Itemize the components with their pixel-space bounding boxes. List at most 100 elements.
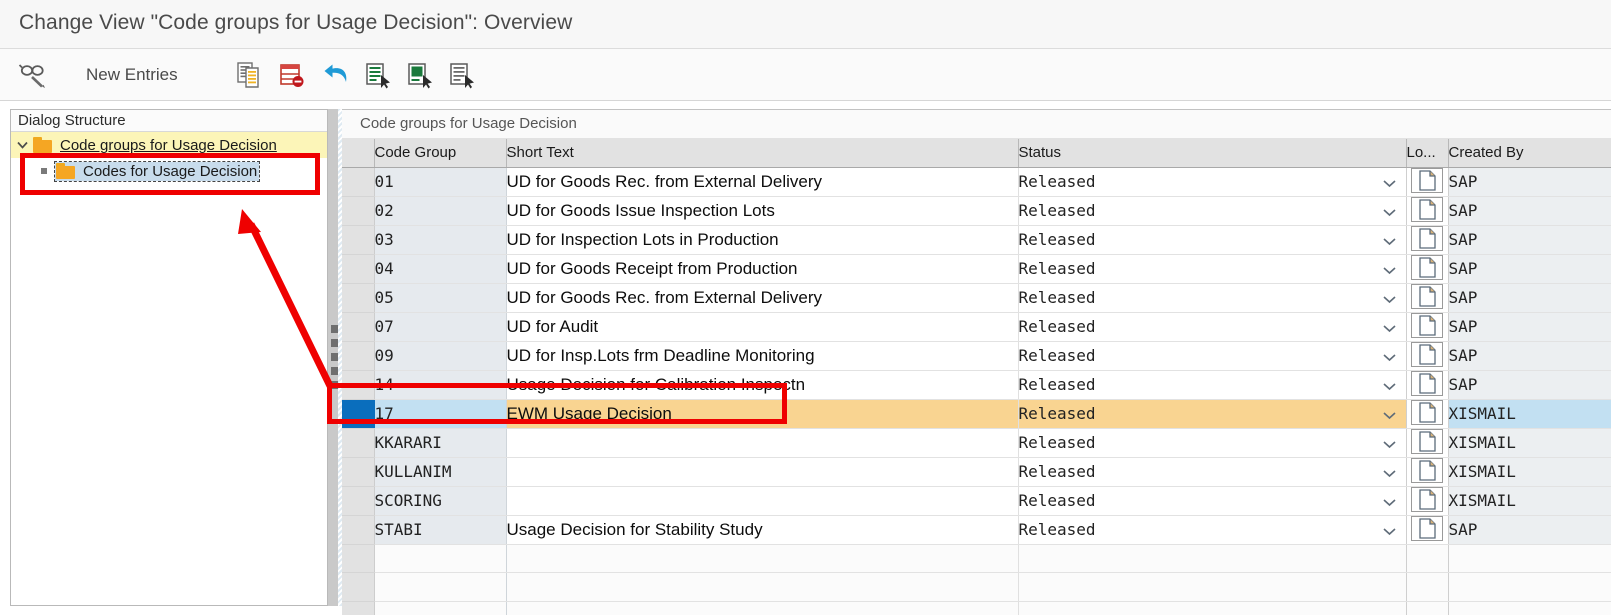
cell-created-by[interactable]: XISMAIL [1448,486,1611,516]
cell-code-group[interactable]: STABI [374,515,507,545]
cell-created-by[interactable]: SAP [1448,225,1611,255]
cell-lock[interactable] [1406,544,1449,573]
table-row[interactable] [342,572,1611,602]
row-selector-cell[interactable] [342,457,375,487]
document-icon[interactable] [1411,486,1443,512]
row-selector-cell[interactable] [342,486,375,516]
col-header-created-by[interactable]: Created By [1448,139,1611,168]
chevron-down-icon[interactable] [1382,201,1396,220]
row-selector-cell[interactable] [342,428,375,458]
document-icon[interactable] [1411,196,1443,222]
cell-lock[interactable] [1406,341,1449,371]
row-selector-cell[interactable] [342,196,375,226]
row-selector-cell[interactable] [342,225,375,255]
cell-status[interactable] [1018,601,1407,615]
select-all-button[interactable] [364,49,392,101]
tree-node-codes[interactable]: Codes for Usage Decision [11,158,327,184]
cell-short-text[interactable] [506,544,1019,573]
cell-lock[interactable] [1406,167,1449,197]
table-row[interactable]: KKARARI Released XISMAIL [342,428,1611,458]
cell-code-group[interactable]: 17 [374,399,507,429]
cell-status[interactable]: Released [1018,486,1407,516]
cell-short-text[interactable]: UD for Goods Receipt from Production [506,254,1019,284]
document-icon[interactable] [1411,167,1443,193]
chevron-down-icon[interactable] [1382,520,1396,539]
cell-status[interactable] [1018,544,1407,573]
row-selector-cell[interactable] [342,601,375,615]
cell-status[interactable]: Released [1018,196,1407,226]
table-row[interactable] [342,544,1611,573]
cell-lock[interactable] [1406,370,1449,400]
cell-code-group[interactable]: KULLANIM [374,457,507,487]
document-icon[interactable] [1411,341,1443,367]
document-icon[interactable] [1411,370,1443,396]
document-icon[interactable] [1411,399,1443,425]
cell-created-by[interactable]: XISMAIL [1448,399,1611,429]
cell-lock[interactable] [1406,486,1449,516]
cell-code-group[interactable]: 09 [374,341,507,371]
document-icon[interactable] [1411,515,1443,541]
cell-short-text[interactable]: UD for Inspection Lots in Production [506,225,1019,255]
table-row[interactable]: 17 EWM Usage Decision Released XISMAIL [342,399,1611,429]
col-header-code-group[interactable]: Code Group [374,139,507,168]
chevron-down-icon[interactable] [1382,259,1396,278]
chevron-down-icon[interactable] [1382,375,1396,394]
cell-created-by[interactable]: SAP [1448,283,1611,313]
cell-short-text[interactable]: UD for Goods Rec. from External Delivery [506,167,1019,197]
chevron-down-icon[interactable] [1382,404,1396,423]
chevron-down-icon[interactable] [1382,230,1396,249]
cell-lock[interactable] [1406,254,1449,284]
document-icon[interactable] [1411,225,1443,251]
undo-button[interactable] [322,49,352,101]
cell-status[interactable]: Released [1018,341,1407,371]
cell-status[interactable]: Released [1018,428,1407,458]
cell-code-group[interactable]: 01 [374,167,507,197]
copy-as-button[interactable] [236,49,264,101]
row-selector-cell[interactable] [342,167,375,197]
cell-status[interactable]: Released [1018,399,1407,429]
cell-short-text[interactable] [506,601,1019,615]
cell-lock[interactable] [1406,515,1449,545]
cell-lock[interactable] [1406,283,1449,313]
panel-splitter[interactable] [328,109,342,606]
chevron-down-icon[interactable] [1382,433,1396,452]
cell-created-by[interactable]: SAP [1448,254,1611,284]
table-row[interactable]: 05 UD for Goods Rec. from External Delive… [342,283,1611,313]
row-selector-cell[interactable] [342,370,375,400]
document-icon[interactable] [1411,312,1443,338]
chevron-down-icon[interactable] [11,141,33,149]
cell-lock[interactable] [1406,225,1449,255]
col-header-selector[interactable] [342,139,375,168]
row-selector-cell[interactable] [342,399,375,429]
cell-created-by[interactable]: SAP [1448,341,1611,371]
table-row[interactable]: 01 UD for Goods Rec. from External Delive… [342,167,1611,197]
cell-code-group[interactable]: 04 [374,254,507,284]
cell-code-group[interactable] [374,544,507,573]
document-icon[interactable] [1411,283,1443,309]
document-icon[interactable] [1411,457,1443,483]
row-selector-cell[interactable] [342,312,375,342]
cell-lock[interactable] [1406,312,1449,342]
cell-code-group[interactable]: SCORING [374,486,507,516]
col-header-lock[interactable]: Lo... [1406,139,1449,168]
cell-status[interactable]: Released [1018,283,1407,313]
cell-short-text[interactable] [506,572,1019,602]
cell-status[interactable]: Released [1018,312,1407,342]
tree-node-code-groups[interactable]: Code groups for Usage Decision [11,132,327,158]
cell-lock[interactable] [1406,572,1449,602]
cell-created-by[interactable]: SAP [1448,167,1611,197]
cell-created-by[interactable]: SAP [1448,515,1611,545]
cell-lock[interactable] [1406,428,1449,458]
table-row[interactable]: KULLANIM Released XISMAIL [342,457,1611,487]
cell-lock[interactable] [1406,601,1449,615]
chevron-down-icon[interactable] [1382,288,1396,307]
cell-short-text[interactable]: Usage Decision for Stability Study [506,515,1019,545]
tree-node-selection[interactable]: Codes for Usage Decision [53,160,261,182]
table-row[interactable]: 14 Usage Decision for Calibration Inspect… [342,370,1611,400]
display-change-button[interactable] [18,49,48,101]
row-selector-cell[interactable] [342,254,375,284]
cell-code-group[interactable]: 14 [374,370,507,400]
row-selector-cell[interactable] [342,283,375,313]
cell-code-group[interactable]: 07 [374,312,507,342]
cell-lock[interactable] [1406,399,1449,429]
